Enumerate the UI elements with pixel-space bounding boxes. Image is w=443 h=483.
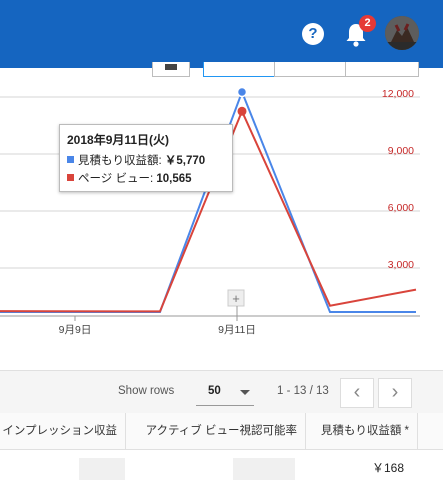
chart-granularity-week-button[interactable]	[274, 62, 346, 77]
redacted-cell	[79, 458, 125, 480]
chart-tooltip: 2018年9月11日(火) 見積もり収益額: ￥5,770 ページ ビュー: 1…	[59, 124, 233, 192]
x-axis-tick-label: 9月9日	[59, 324, 92, 336]
comment-icon	[165, 64, 177, 70]
tooltip-revenue-label: 見積もり収益額:	[78, 155, 162, 167]
table-pager: Show rows 50 1 - 13 / 13 ‹ ›	[0, 370, 443, 414]
previous-page-button[interactable]: ‹	[340, 378, 374, 408]
tooltip-revenue-value: ￥5,770	[164, 155, 206, 167]
chart-granularity-month-button[interactable]	[345, 62, 419, 77]
right-axis-tick-label: 12,000	[382, 88, 414, 100]
tooltip-row-pageviews: ページ ビュー: 10,565	[67, 170, 192, 186]
rows-per-page-value: 50	[208, 385, 221, 397]
column-header-active-view-viewable[interactable]: アクティブ ビュー視認可能率	[126, 413, 306, 449]
revenue-highlight-point	[236, 86, 248, 98]
avatar-image-icon	[385, 16, 419, 50]
chart-comment-button[interactable]	[152, 62, 190, 77]
notification-count-badge: 2	[359, 15, 376, 32]
estimated-revenue-cell: ￥168	[372, 461, 405, 475]
dropdown-caret-icon	[240, 390, 250, 395]
chart-granularity-day-button[interactable]	[203, 62, 275, 77]
page-range-text: 1 - 13 / 13	[277, 385, 329, 397]
tooltip-row-revenue: 見積もり収益額: ￥5,770	[67, 152, 205, 168]
add-annotation-button[interactable]: +	[227, 289, 245, 316]
user-avatar[interactable]	[385, 16, 419, 50]
plus-icon: +	[232, 291, 240, 306]
table-row: ￥168	[0, 450, 443, 483]
revenue-legend-swatch	[67, 156, 74, 163]
chevron-right-icon: ›	[391, 381, 399, 403]
tooltip-pageviews-label: ページ ビュー:	[78, 173, 154, 185]
help-icon[interactable]: ?	[302, 23, 324, 45]
column-header-impression-revenue[interactable]: インプレッション収益	[0, 413, 126, 449]
pageviews-legend-swatch	[67, 174, 74, 181]
tooltip-date: 2018年9月11日(火)	[67, 133, 170, 147]
table-header: インプレッション収益 アクティブ ビュー視認可能率 見積もり収益額 *	[0, 413, 443, 450]
right-axis-tick-label: 9,000	[388, 145, 414, 157]
redacted-cell	[233, 458, 295, 480]
column-header-estimated-revenue[interactable]: 見積もり収益額 *	[306, 413, 418, 449]
rows-per-page-select[interactable]: 50	[196, 379, 254, 406]
right-axis-tick-label: 3,000	[388, 259, 414, 271]
x-axis-tick-label: 9月11日	[218, 324, 256, 336]
next-page-button[interactable]: ›	[378, 378, 412, 408]
top-app-bar: ? 2	[0, 0, 443, 68]
show-rows-label: Show rows	[118, 385, 175, 397]
tooltip-pageviews-value: 10,565	[156, 173, 192, 185]
pageviews-highlight-point	[237, 106, 247, 116]
chevron-left-icon: ‹	[353, 381, 361, 403]
right-axis-tick-label: 6,000	[388, 202, 414, 214]
